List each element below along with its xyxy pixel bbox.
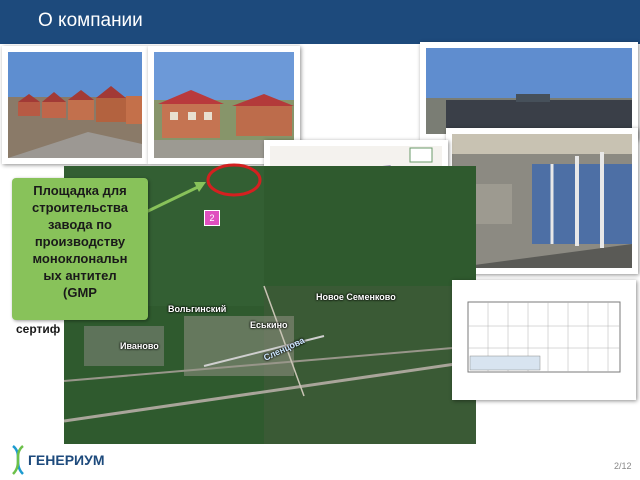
- callout-line: моноклональн: [32, 251, 128, 266]
- callout-line: строительства: [32, 200, 128, 215]
- callout-line: завода по: [48, 217, 112, 232]
- callout-overflow-text: сертиф: [16, 322, 61, 336]
- callout-line: производству: [34, 234, 126, 249]
- callout-line: (GMP: [63, 285, 97, 300]
- company-logo-text: ГЕНЕРИУМ: [28, 452, 105, 468]
- callout-line: ых антител: [43, 268, 117, 283]
- company-logo-icon: [12, 445, 24, 475]
- site-callout: Площадка для строительства завода по про…: [12, 178, 148, 320]
- floor-plan-drawing: [452, 280, 636, 400]
- page-number: 2/12: [614, 461, 632, 471]
- callout-line: Площадка для: [33, 183, 127, 198]
